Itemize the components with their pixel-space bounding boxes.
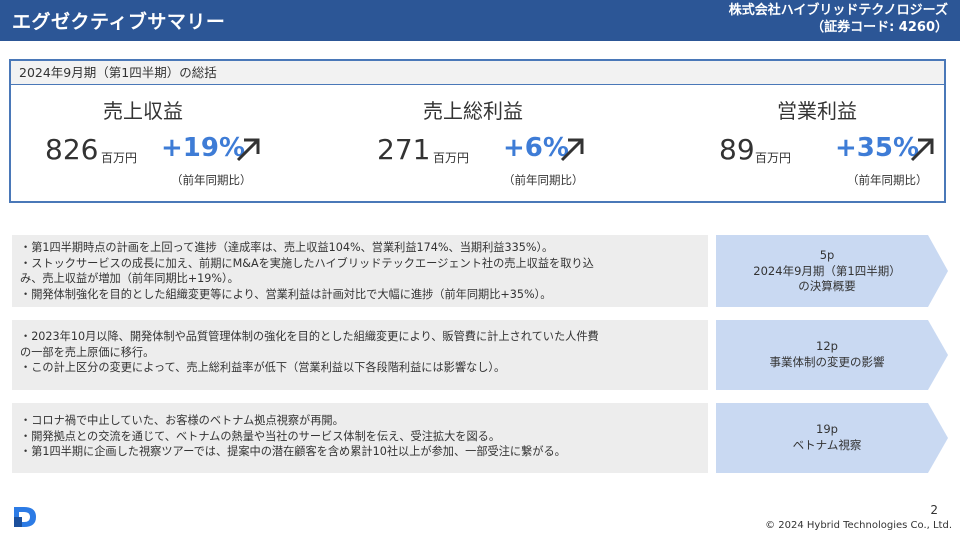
arrow-up-right-icon	[236, 138, 260, 162]
reference-text: 5p 2024年9月期（第1四半期） の決算概要	[716, 248, 938, 295]
kpi-value: 826	[45, 133, 99, 166]
bullet-line: ・開発拠点との交流を通じて、ベトナムの熱量や当社のサービス体制を伝え、受注拡大を…	[20, 429, 501, 443]
bullet-line: み、売上収益が増加（前年同期比+19%）。	[20, 272, 239, 285]
kpi-yoy: （前年同期比）	[503, 173, 584, 187]
page-reference-tag[interactable]: 5p 2024年9月期（第1四半期） の決算概要	[716, 235, 948, 307]
kpi-value: 271	[377, 133, 431, 166]
company-logo-icon	[14, 507, 36, 527]
page-number: 2	[930, 503, 938, 517]
kpi-label: 売上収益	[103, 99, 183, 123]
reference-text: 19p ベトナム視察	[716, 422, 938, 453]
summary-heading: 2024年9月期（第1四半期）の総括	[11, 61, 944, 85]
reference-title: ベトナム視察	[792, 437, 862, 452]
page-title: エグゼクティブサマリー	[12, 11, 226, 33]
kpi-operating-profit: 営業利益 89 百万円 +35% （前年同期比）	[719, 95, 960, 195]
page-header: エグゼクティブサマリー 株式会社ハイブリッドテクノロジーズ （証券コード: 42…	[0, 0, 960, 41]
bullet-line: ・この計上区分の変更によって、売上総利益率が低下（営業利益以下各段階利益には影響…	[20, 361, 506, 374]
kpi-value: 89	[719, 133, 755, 166]
kpi-unit: 百万円	[433, 151, 470, 165]
section-organization-change: ・2023年10月以降、開発体制や品質管理体制の強化を目的とした組織変更により、…	[12, 320, 708, 390]
bullet-line: ・第1四半期に企画した視察ツアーでは、提案中の潜在顧客を含め累計10社以上が参加…	[20, 445, 566, 458]
bullet-line: ・第1四半期時点の計画を上回って進捗（達成率は、売上収益104%、営業利益174…	[20, 241, 554, 254]
summary-box: 2024年9月期（第1四半期）の総括 売上収益 826 百万円 +19% （前年…	[9, 59, 946, 203]
kpi-gross-profit: 売上総利益 271 百万円 +6% （前年同期比）	[377, 95, 657, 195]
kpi-unit: 百万円	[755, 151, 792, 165]
copyright: © 2024 Hybrid Technologies Co., Ltd.	[765, 520, 952, 531]
kpi-revenue: 売上収益 826 百万円 +19% （前年同期比）	[45, 95, 325, 195]
kpi-unit: 百万円	[101, 151, 138, 165]
section-results: ・第1四半期時点の計画を上回って進捗（達成率は、売上収益104%、営業利益174…	[12, 235, 708, 307]
reference-page: 12p	[816, 339, 838, 353]
bullet-line: ・ストックサービスの成長に加え、前期にM&Aを実施したハイブリッドテックエージェ…	[20, 256, 594, 270]
page-reference-tag[interactable]: 19p ベトナム視察	[716, 403, 948, 473]
bullet-line: の一部を売上原価に移行。	[20, 345, 155, 359]
bullet-line: ・2023年10月以降、開発体制や品質管理体制の強化を目的とした組織変更により、…	[20, 330, 599, 343]
reference-title: の決算概要	[798, 279, 856, 293]
company-name-line: 株式会社ハイブリッドテクノロジーズ	[728, 3, 948, 18]
arrow-up-right-icon	[910, 138, 934, 162]
reference-title: 事業体制の変更の影響	[769, 354, 885, 369]
kpi-label: 営業利益	[777, 99, 857, 123]
kpi-label: 売上総利益	[423, 99, 523, 123]
stock-code: （証券コード: 4260）	[811, 20, 948, 35]
reference-title: 2024年9月期（第1四半期）	[753, 263, 901, 278]
reference-page: 5p	[819, 248, 835, 262]
kpi-yoy: （前年同期比）	[847, 173, 928, 187]
section-vietnam-visit: ・コロナ禍で中止していた、お客様のベトナム拠点視察が再開。 ・開発拠点との交流を…	[12, 403, 708, 473]
company-name: 株式会社ハイブリッドテクノロジーズ （証券コード: 4260）	[729, 2, 948, 36]
bullet-line: ・コロナ禍で中止していた、お客様のベトナム拠点視察が再開。	[20, 414, 344, 427]
reference-text: 12p 事業体制の変更の影響	[716, 339, 938, 370]
bullet-line: ・開発体制強化を目的とした組織変更等により、営業利益は計画対比で大幅に進捗（前年…	[20, 287, 552, 301]
reference-page: 19p	[816, 422, 838, 436]
kpi-yoy: （前年同期比）	[171, 173, 252, 187]
arrow-up-right-icon	[560, 138, 584, 162]
page-reference-tag[interactable]: 12p 事業体制の変更の影響	[716, 320, 948, 390]
